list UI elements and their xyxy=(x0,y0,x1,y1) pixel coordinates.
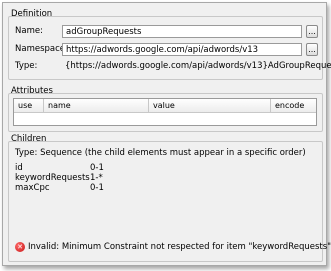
error-icon: ✕ xyxy=(15,242,25,252)
name-label: Name: xyxy=(15,26,43,36)
child-item-name: maxCpc xyxy=(15,183,50,193)
child-item-name: keywordRequests xyxy=(15,173,90,183)
type-value: {https://adwords.google.com/api/adwords/… xyxy=(65,61,331,71)
type-label: Type: xyxy=(15,61,38,71)
attributes-table-header: use name value encode xyxy=(14,99,316,113)
column-header-use[interactable]: use xyxy=(14,99,44,112)
namespace-browse-button[interactable]: ... xyxy=(306,43,318,56)
name-field[interactable] xyxy=(62,25,302,38)
child-item-occurs: 1-* xyxy=(90,173,103,183)
child-item-occurs: 0-1 xyxy=(90,183,104,193)
child-item-occurs: 0-1 xyxy=(90,163,104,173)
children-type-text: Type: Sequence (the child elements must … xyxy=(15,148,306,158)
namespace-field[interactable] xyxy=(62,43,302,56)
column-header-name[interactable]: name xyxy=(44,99,149,112)
column-header-encode[interactable]: encode xyxy=(271,99,316,112)
namespace-label: Namespace: xyxy=(15,44,68,54)
validation-error-message: Invalid: Minimum Constraint not respecte… xyxy=(28,242,331,252)
column-header-value[interactable]: value xyxy=(149,99,271,112)
child-item-name: id xyxy=(15,163,23,173)
element-properties-panel: Definition Name: ... Namespace: ... Type… xyxy=(2,2,331,266)
attributes-table[interactable]: use name value encode xyxy=(13,98,317,126)
name-browse-button[interactable]: ... xyxy=(306,25,318,38)
